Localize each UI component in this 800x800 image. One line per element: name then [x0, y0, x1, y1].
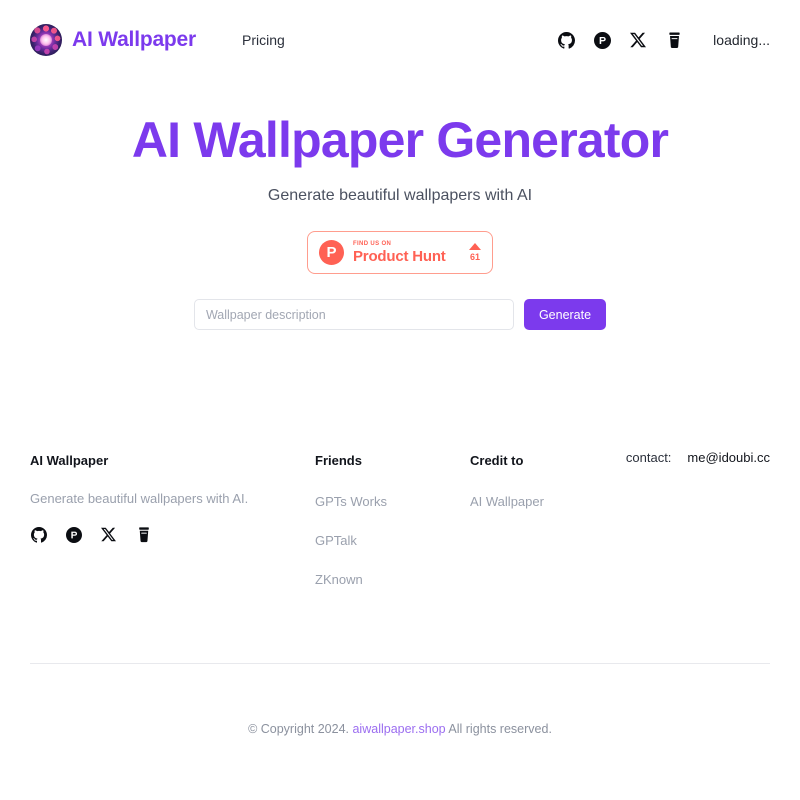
brand-logo-link[interactable]: AI Wallpaper [30, 24, 196, 56]
footer-columns: AI Wallpaper Generate beautiful wallpape… [30, 450, 770, 589]
footer-friends-title: Friends [315, 453, 362, 468]
page-subtitle: Generate beautiful wallpapers with AI [267, 187, 533, 204]
footer-brand-column: AI Wallpaper Generate beautiful wallpape… [30, 450, 315, 543]
footer-social-links [30, 526, 315, 543]
mandala-logo-icon [30, 24, 62, 56]
page-title: AI Wallpaper Generator [131, 112, 669, 168]
footer-friends-column: Friends GPTs Works GPTalk ZKnown [315, 450, 470, 589]
upvote-triangle-icon [469, 242, 481, 250]
footer-brand-description: Generate beautiful wallpapers with AI. [30, 491, 249, 506]
footer-divider [30, 663, 770, 664]
footer-contact-column: contact: me@idoubi.cc [626, 450, 770, 465]
brand-name: AI Wallpaper [72, 28, 197, 51]
auth-status-text: loading... [713, 32, 770, 48]
hero-section: AI Wallpaper Generator Generate beautifu… [0, 110, 800, 330]
footer-friend-link-gpts-works[interactable]: GPTs Works [315, 493, 470, 511]
copyright-suffix: All rights reserved. [448, 722, 552, 736]
nav-pricing[interactable]: Pricing [242, 32, 285, 48]
copyright-bar: © Copyright 2024. aiwallpaper.shop All r… [0, 722, 800, 736]
footer-social-buymeacoffee[interactable] [135, 526, 152, 543]
header-actions: loading... [557, 31, 770, 49]
copyright-prefix: © Copyright 2024. [248, 722, 349, 736]
footer-social-x[interactable] [100, 526, 117, 543]
main-nav: Pricing [242, 32, 285, 48]
copyright-site-link[interactable]: aiwallpaper.shop [352, 722, 445, 736]
product-hunt-name: Product Hunt [353, 248, 446, 265]
product-hunt-votes: 61 [461, 242, 481, 263]
product-hunt-icon: P [319, 240, 344, 265]
site-footer: AI Wallpaper Generate beautiful wallpape… [0, 450, 800, 664]
footer-social-product-hunt[interactable] [65, 526, 82, 543]
product-hunt-vote-count: 61 [469, 251, 480, 262]
footer-social-github[interactable] [30, 526, 47, 543]
product-hunt-eyebrow: FIND US ON [353, 241, 392, 247]
wallpaper-description-input[interactable] [193, 299, 514, 330]
contact-label: contact: [625, 450, 672, 465]
contact-email-link[interactable]: me@idoubi.cc [687, 450, 770, 465]
product-hunt-badge[interactable]: P FIND US ON Product Hunt 61 [307, 231, 493, 274]
footer-friend-link-zknown[interactable]: ZKnown [315, 571, 470, 589]
page-root: AI Wallpaper Pricing loading... AI Wallp… [0, 0, 800, 800]
header-social-product-hunt[interactable] [593, 31, 611, 49]
footer-credit-link-ai-wallpaper[interactable]: AI Wallpaper [470, 493, 620, 511]
generator-form: Generate [193, 299, 607, 330]
header-social-buymeacoffee[interactable] [665, 31, 683, 49]
footer-friend-link-gptalk[interactable]: GPTalk [315, 532, 470, 550]
site-header: AI Wallpaper Pricing loading... [0, 0, 800, 80]
footer-credit-column: Credit to AI Wallpaper [470, 450, 620, 511]
generate-button[interactable]: Generate [523, 299, 607, 330]
header-social-x[interactable] [629, 31, 647, 49]
header-social-github[interactable] [557, 31, 575, 49]
product-hunt-badge-text: FIND US ON Product Hunt [353, 240, 446, 265]
footer-brand-title: AI Wallpaper [30, 453, 109, 468]
footer-credit-title: Credit to [470, 453, 524, 468]
